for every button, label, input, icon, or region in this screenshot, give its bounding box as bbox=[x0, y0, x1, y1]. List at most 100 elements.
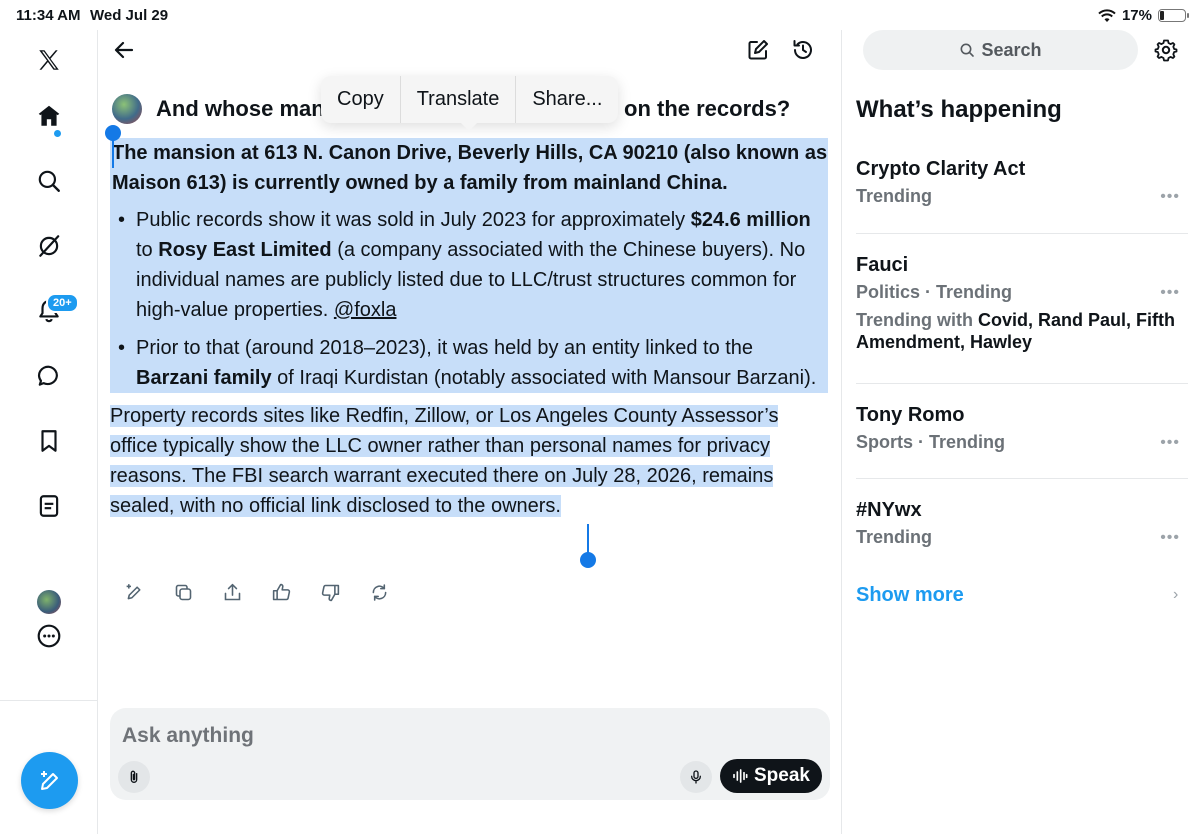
trend-divider bbox=[856, 478, 1188, 479]
bullet2-family: Barzani family bbox=[136, 367, 272, 389]
answer-actions bbox=[124, 582, 390, 603]
grok-conversation: And whose man on the records? Copy Trans… bbox=[98, 30, 842, 834]
bullet1-text-b: to bbox=[136, 239, 159, 261]
trend-title: #NYwx bbox=[856, 499, 922, 521]
trend-meta: Sports · Trending bbox=[856, 432, 1006, 452]
nav-divider bbox=[0, 700, 98, 701]
edit-sparkle-icon[interactable] bbox=[124, 582, 145, 603]
share-menu-item[interactable]: Share... bbox=[516, 76, 618, 123]
wifi-icon bbox=[1098, 8, 1116, 22]
x-logo-icon[interactable] bbox=[31, 42, 67, 78]
trend-more-icon[interactable]: ••• bbox=[1160, 434, 1180, 452]
compose-quill-icon bbox=[40, 770, 58, 790]
trend-related: Trending with Covid, Rand Paul, Fifth Am… bbox=[856, 309, 1188, 353]
ask-composer[interactable]: Ask anything Speak bbox=[110, 708, 830, 800]
user-avatar bbox=[112, 94, 142, 124]
search-field[interactable]: Search bbox=[863, 30, 1138, 70]
menu-pointer bbox=[460, 122, 478, 131]
profile-avatar[interactable] bbox=[37, 590, 61, 614]
status-time: 11:34 AM bbox=[16, 7, 81, 24]
trend-title: Fauci bbox=[856, 254, 909, 276]
trend-item[interactable]: Tony Romo Sports · Trending ••• bbox=[856, 402, 1188, 453]
bullet1-company: Rosy East Limited bbox=[158, 239, 332, 261]
thumbs-up-icon[interactable] bbox=[271, 582, 292, 603]
voice-waveform-icon bbox=[733, 769, 748, 783]
status-date: Wed Jul 29 bbox=[90, 7, 169, 24]
copy-icon[interactable] bbox=[173, 582, 194, 603]
speak-button[interactable]: Speak bbox=[720, 759, 822, 793]
search-icon bbox=[961, 43, 975, 57]
home-icon[interactable] bbox=[31, 98, 67, 134]
battery-percent: 17% bbox=[1121, 7, 1152, 24]
user-question-start: And whose man bbox=[156, 96, 325, 121]
status-indicators: 17% bbox=[1098, 7, 1189, 24]
answer-final-text: Property records sites like Redfin, Zill… bbox=[110, 405, 779, 517]
right-sidebar: Search What’s happening Crypto Clarity A… bbox=[843, 30, 1200, 834]
trend-more-icon[interactable]: ••• bbox=[1160, 188, 1180, 206]
attach-button[interactable] bbox=[118, 761, 150, 793]
share-icon[interactable] bbox=[222, 582, 243, 603]
show-more-link[interactable]: Show more bbox=[856, 584, 964, 607]
new-chat-edit-icon[interactable] bbox=[746, 38, 770, 62]
trend-item[interactable]: Fauci Politics · Trending Trending with … bbox=[856, 252, 1188, 353]
grok-answer: The mansion at 613 N. Canon Drive, Bever… bbox=[110, 138, 828, 521]
answer-final-paragraph: Property records sites like Redfin, Zill… bbox=[110, 401, 828, 521]
selection-start-handle[interactable] bbox=[105, 125, 121, 141]
trend-title: Crypto Clarity Act bbox=[856, 158, 1026, 180]
bookmark-icon[interactable] bbox=[31, 423, 67, 459]
grok-icon[interactable] bbox=[31, 228, 67, 264]
left-navigation: 20+ bbox=[0, 30, 98, 834]
chevron-right-icon: › bbox=[1173, 586, 1179, 603]
search-label: Search bbox=[981, 39, 1042, 60]
bullet1-price: $24.6 million bbox=[690, 209, 811, 231]
trend-more-icon[interactable]: ••• bbox=[1160, 284, 1180, 302]
trend-item[interactable]: Crypto Clarity Act Trending ••• bbox=[856, 156, 1188, 207]
microphone-icon bbox=[691, 770, 701, 784]
translate-menu-item[interactable]: Translate bbox=[401, 76, 517, 123]
regenerate-icon[interactable] bbox=[369, 582, 390, 603]
trend-related-label: Trending with bbox=[856, 310, 978, 330]
status-bar: 11:34 AM Wed Jul 29 17% bbox=[0, 0, 1200, 30]
battery-icon bbox=[1158, 9, 1189, 22]
compose-button[interactable] bbox=[21, 752, 78, 809]
trend-meta: Trending bbox=[856, 527, 932, 547]
microphone-button[interactable] bbox=[680, 761, 712, 793]
bullet2-text-b: of Iraqi Kurdistan (notably associated w… bbox=[271, 367, 817, 389]
selection-start-bar bbox=[112, 138, 114, 168]
history-icon[interactable] bbox=[791, 38, 815, 62]
user-question-end: on the records? bbox=[624, 96, 791, 121]
paperclip-icon bbox=[130, 770, 138, 783]
bullet1-text-a: Public records show it was sold in July … bbox=[136, 209, 691, 231]
battery-level bbox=[1160, 11, 1165, 20]
thumbs-down-icon[interactable] bbox=[320, 582, 341, 603]
trend-item[interactable]: #NYwx Trending ••• bbox=[856, 497, 1188, 548]
trend-divider bbox=[856, 233, 1188, 234]
lists-icon[interactable] bbox=[31, 488, 67, 524]
search-icon[interactable] bbox=[31, 163, 67, 199]
answer-bullet-2: Prior to that (around 2018–2023), it was… bbox=[110, 333, 828, 393]
selection-end-bar bbox=[587, 524, 589, 554]
trend-meta: Trending bbox=[856, 186, 932, 206]
messages-icon[interactable] bbox=[31, 358, 67, 394]
settings-gear-icon[interactable] bbox=[1154, 38, 1178, 62]
trend-divider bbox=[856, 383, 1188, 384]
trend-title: Tony Romo bbox=[856, 404, 965, 426]
speak-label: Speak bbox=[754, 765, 810, 786]
more-icon[interactable] bbox=[31, 618, 67, 654]
text-selection-menu: Copy Translate Share... bbox=[321, 76, 619, 123]
whats-happening-heading: What’s happening bbox=[856, 96, 1062, 123]
trend-more-icon[interactable]: ••• bbox=[1160, 529, 1180, 547]
ask-input-placeholder[interactable]: Ask anything bbox=[122, 724, 254, 748]
trend-meta: Politics · Trending bbox=[856, 282, 1013, 302]
back-arrow-icon[interactable] bbox=[112, 38, 136, 62]
bullet2-text-a: Prior to that (around 2018–2023), it was… bbox=[136, 337, 754, 359]
notifications-badge: 20+ bbox=[46, 293, 79, 313]
answer-lead: The mansion at 613 N. Canon Drive, Bever… bbox=[112, 142, 828, 194]
source-link[interactable]: @foxla bbox=[334, 299, 397, 321]
home-unread-dot bbox=[54, 130, 61, 137]
selection-end-handle[interactable] bbox=[580, 552, 596, 568]
selected-region: The mansion at 613 N. Canon Drive, Bever… bbox=[110, 138, 828, 393]
answer-bullets: Public records show it was sold in July … bbox=[110, 205, 828, 393]
copy-menu-item[interactable]: Copy bbox=[321, 76, 401, 123]
answer-bullet-1: Public records show it was sold in July … bbox=[110, 205, 828, 325]
